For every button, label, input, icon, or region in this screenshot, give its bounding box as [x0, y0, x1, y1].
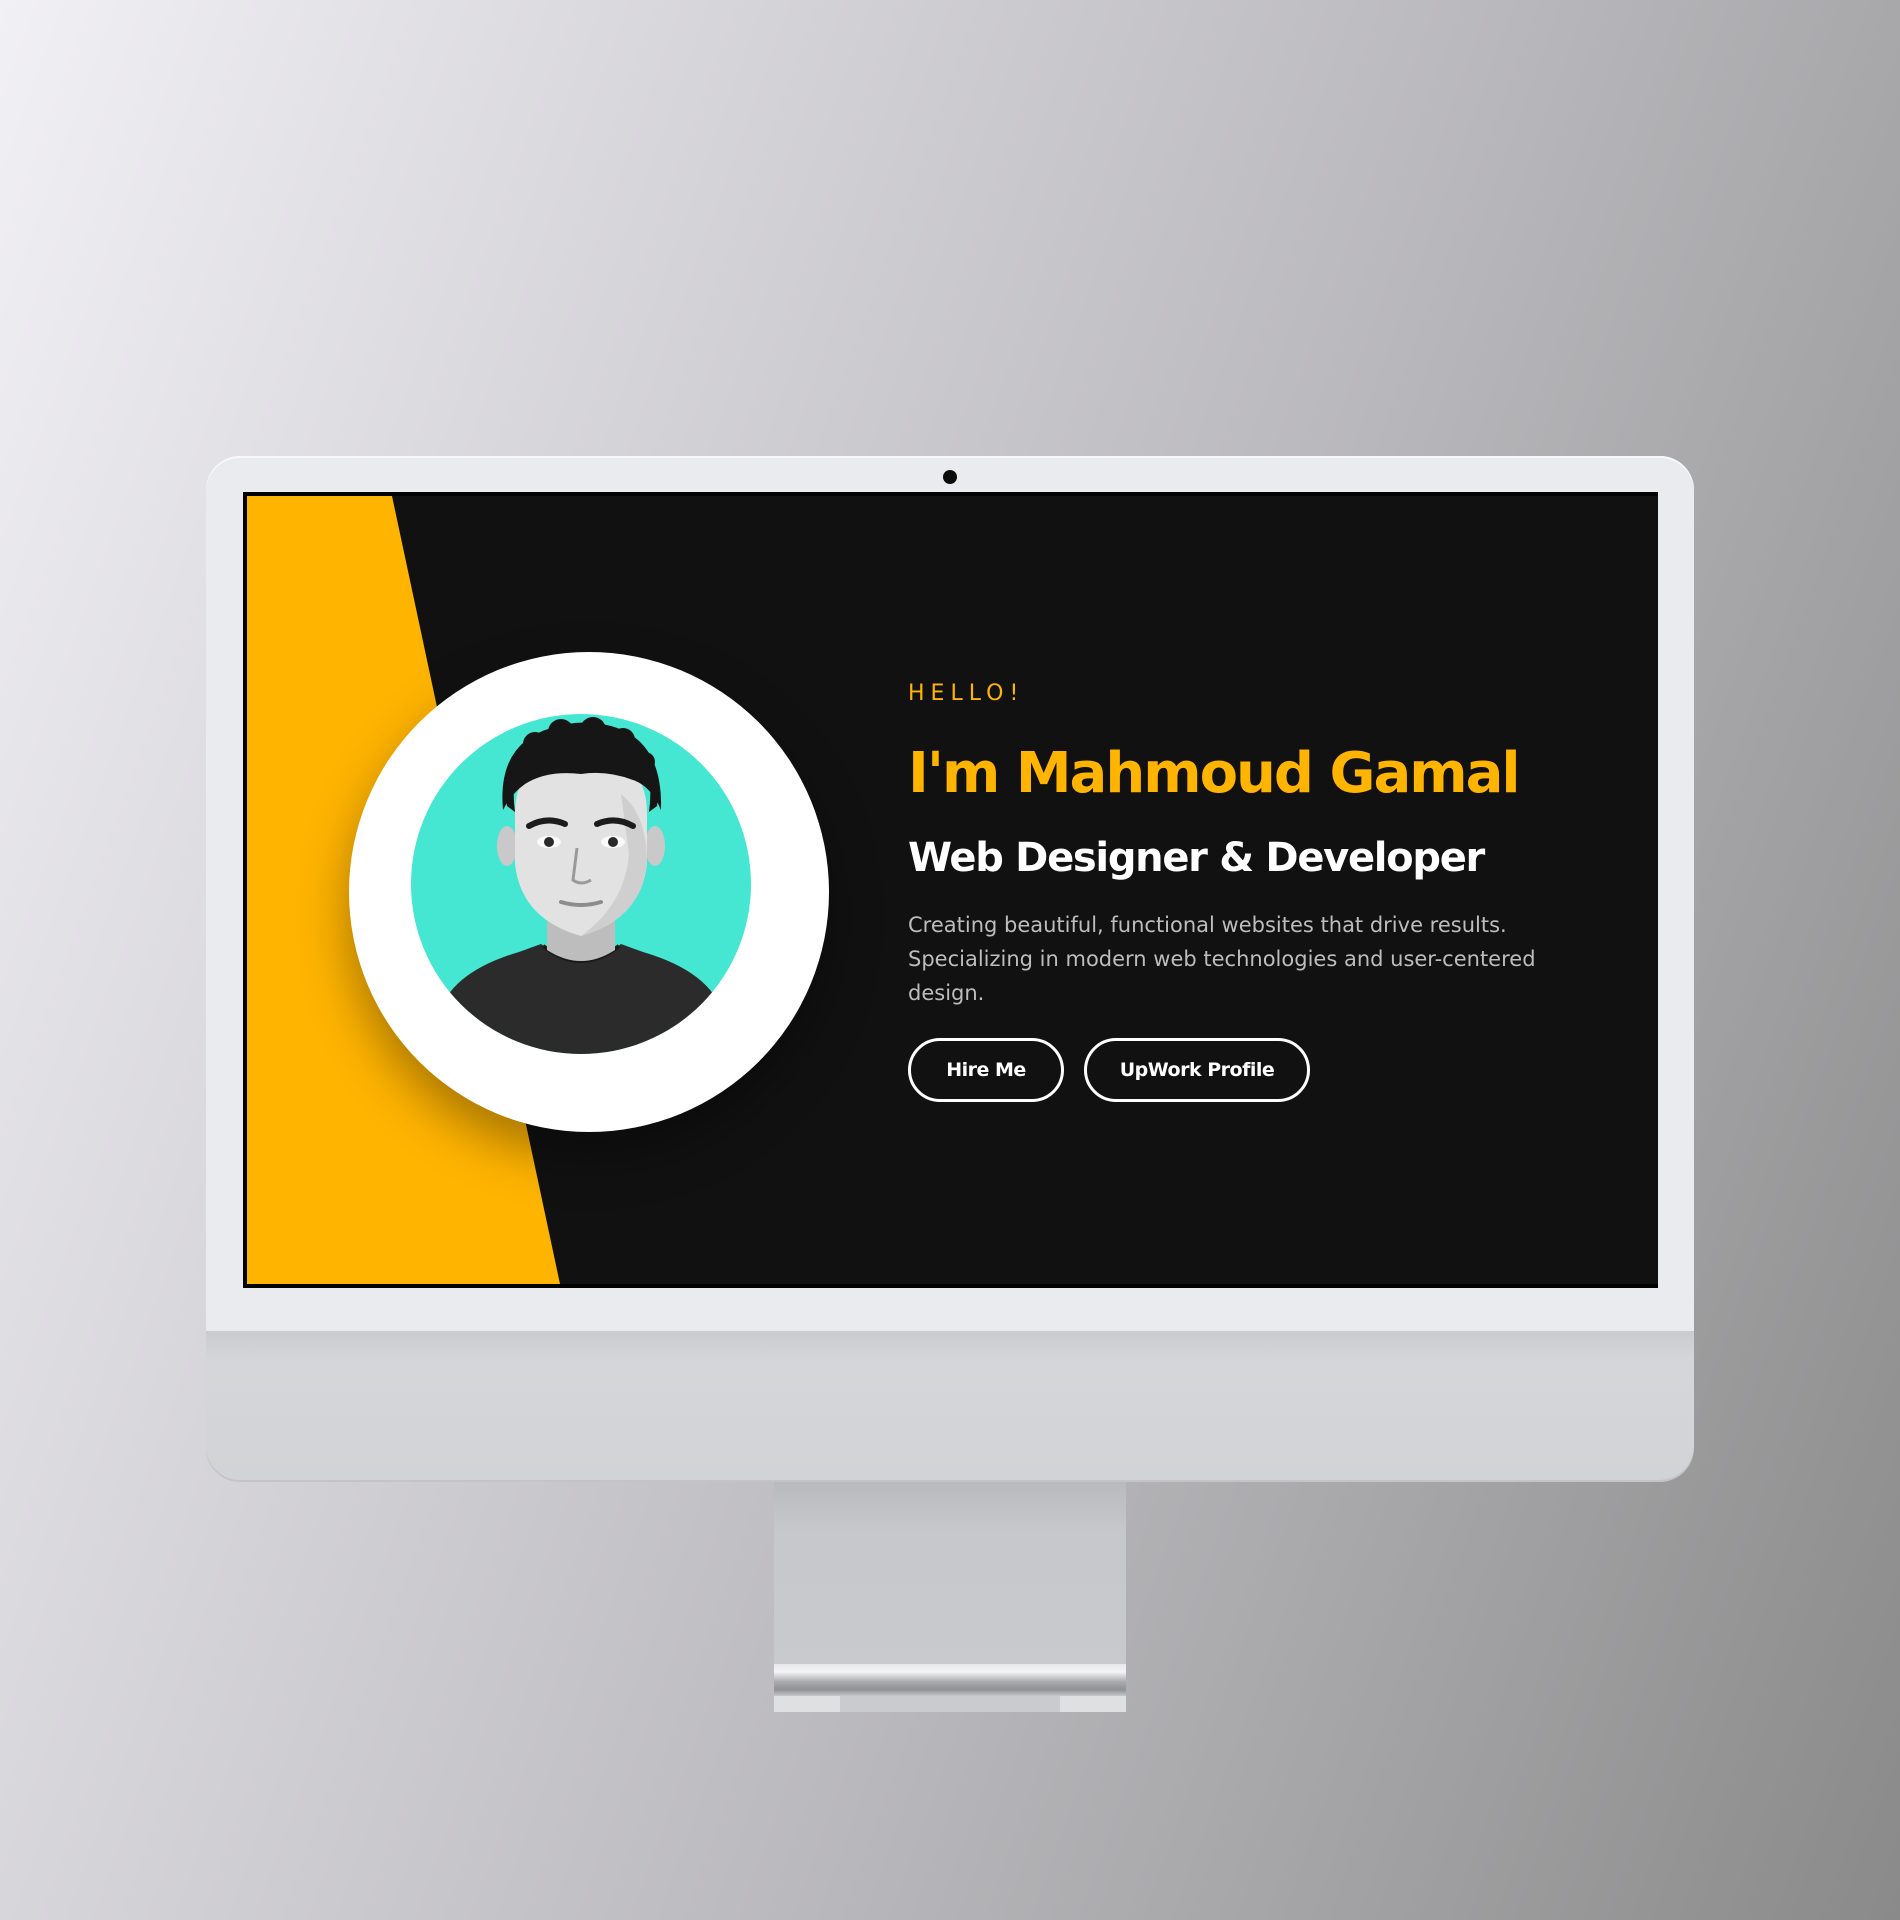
hero-description: Creating beautiful, functional websites …: [908, 913, 1536, 1005]
stand-notch-left: [774, 1696, 840, 1712]
person-portrait-icon: [431, 717, 731, 1054]
hero-role-subheading: Web Designer & Developer: [908, 835, 1485, 881]
hero-section: HELLO! I'm Mahmoud Gamal Web Designer & …: [247, 496, 1658, 1284]
greeting-label: HELLO!: [908, 681, 1025, 706]
upwork-profile-button[interactable]: UpWork Profile: [1084, 1038, 1310, 1102]
profile-photo-frame: [349, 652, 829, 1132]
camera-icon: [943, 470, 957, 484]
hero-text-block: HELLO! I'm Mahmoud Gamal Web Designer & …: [908, 679, 1628, 1102]
profile-photo: [411, 714, 751, 1054]
monitor-stand-foot: [774, 1664, 1126, 1696]
monitor-screen: HELLO! I'm Mahmoud Gamal Web Designer & …: [243, 492, 1658, 1288]
monitor-chin: [206, 1331, 1694, 1480]
hire-me-button[interactable]: Hire Me: [908, 1038, 1064, 1102]
hero-name-heading: I'm Mahmoud Gamal: [908, 741, 1521, 806]
hero-buttons: Hire Me UpWork Profile: [908, 1038, 1628, 1102]
stand-notch-right: [1060, 1696, 1126, 1712]
